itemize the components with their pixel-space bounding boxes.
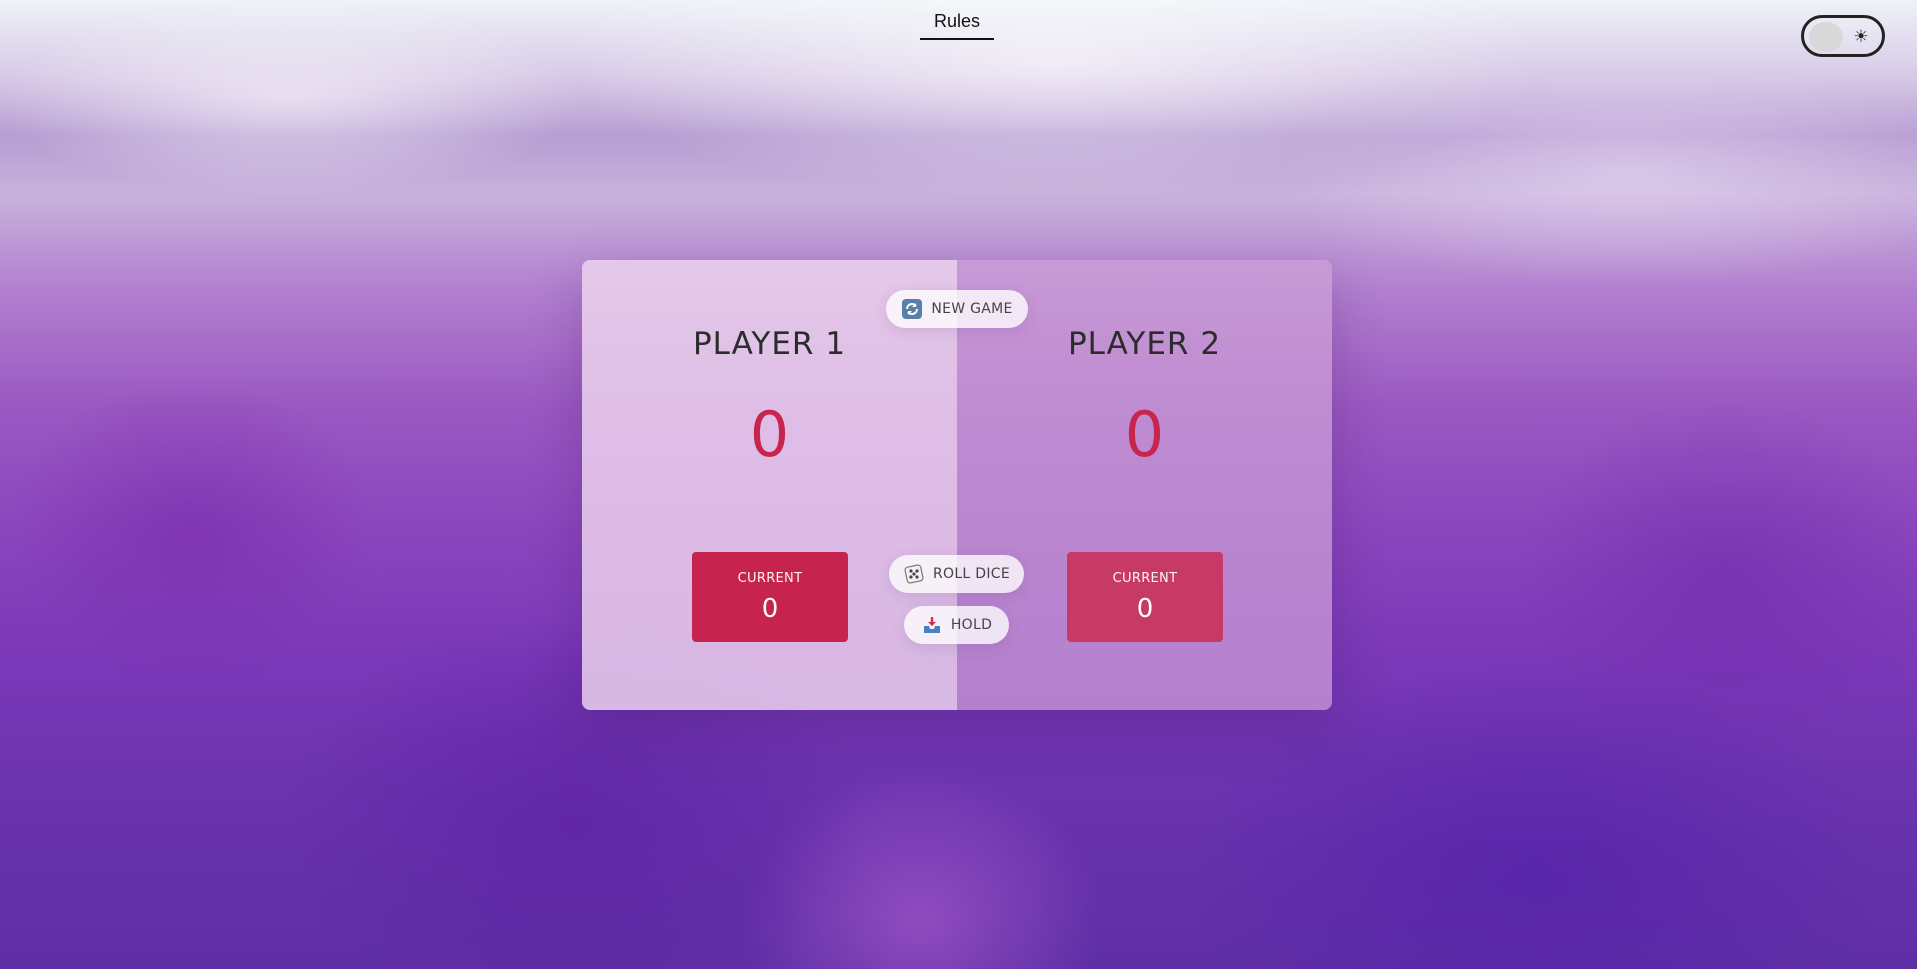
sun-icon: ☀ bbox=[1853, 27, 1869, 47]
hold-label: HOLD bbox=[950, 617, 993, 633]
player-1-score: 0 bbox=[749, 397, 790, 471]
dice-icon bbox=[903, 563, 925, 585]
player-1-current-label: CURRENT bbox=[737, 570, 803, 586]
player-2-current-score: 0 bbox=[1136, 593, 1154, 624]
new-game-label: NEW GAME bbox=[931, 301, 1013, 317]
player-2-current-label: CURRENT bbox=[1112, 570, 1178, 586]
refresh-icon bbox=[901, 298, 923, 320]
inbox-tray-icon bbox=[921, 614, 943, 636]
player-1-current-score: 0 bbox=[761, 593, 779, 624]
player-2-score: 0 bbox=[1124, 397, 1165, 471]
player-2-name: PLAYER 2 bbox=[1067, 326, 1222, 362]
player-1-current-box: CURRENT 0 bbox=[692, 552, 848, 642]
roll-dice-button[interactable]: ROLL DICE bbox=[889, 555, 1024, 593]
theme-toggle[interactable]: ☀ bbox=[1801, 15, 1885, 57]
toggle-knob bbox=[1809, 22, 1843, 52]
player-2-current-box: CURRENT 0 bbox=[1067, 552, 1223, 642]
hold-button[interactable]: HOLD bbox=[904, 606, 1009, 644]
roll-dice-label: ROLL DICE bbox=[932, 566, 1011, 582]
new-game-button[interactable]: NEW GAME bbox=[886, 290, 1028, 328]
rules-link[interactable]: Rules bbox=[920, 8, 994, 40]
player-1-name: PLAYER 1 bbox=[692, 326, 847, 362]
